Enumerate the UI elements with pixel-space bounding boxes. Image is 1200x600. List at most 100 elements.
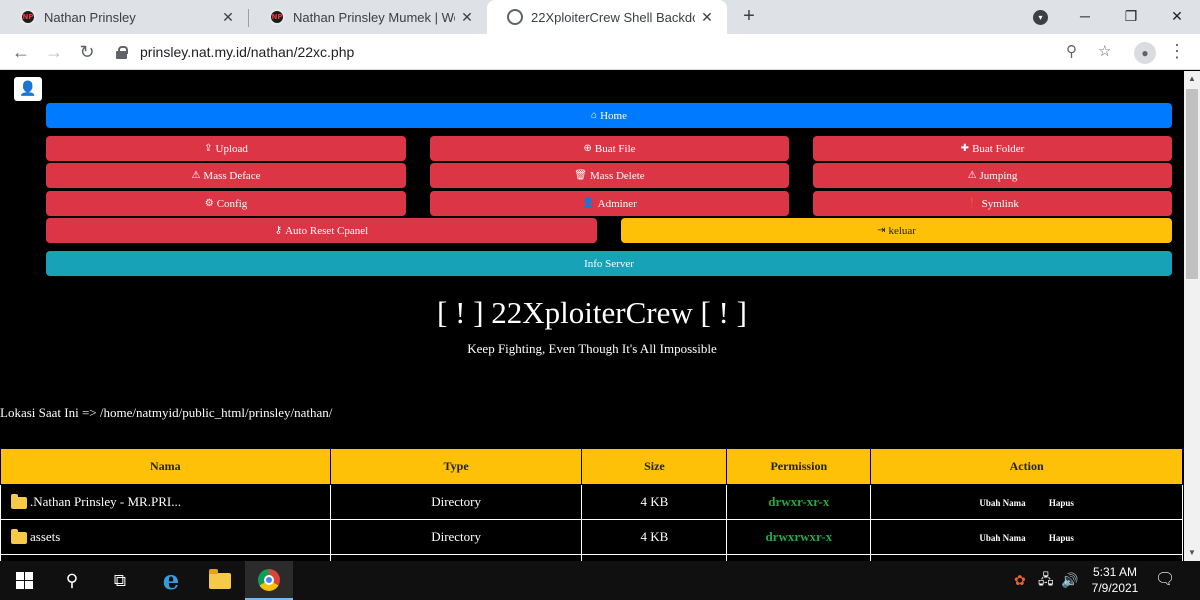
- rename-link[interactable]: Ubah Nama: [979, 533, 1025, 543]
- scrollbar-thumb[interactable]: [1186, 89, 1198, 279]
- menu-kebab-icon[interactable]: ⋮: [1168, 40, 1186, 62]
- bookmark-star-icon[interactable]: ☆: [1098, 42, 1111, 60]
- file-name-link[interactable]: .Nathan Prinsley - MR.PRI...: [30, 494, 181, 509]
- reload-icon[interactable]: ↻: [75, 40, 99, 64]
- rename-link[interactable]: Ubah Nama: [979, 498, 1025, 508]
- chrome-taskbar-icon[interactable]: [245, 561, 293, 600]
- column-header-permission[interactable]: Permission: [726, 448, 872, 485]
- file-name-cell[interactable]: .Nathan Prinsley - MR.PRI...: [0, 484, 331, 520]
- upload-icon: ⇪: [204, 143, 213, 154]
- user-button[interactable]: 👤: [14, 77, 42, 101]
- page-title: [ ! ] 22XploiterCrew [ ! ]: [437, 295, 747, 330]
- address-bar[interactable]: prinsley.nat.my.id/nathan/22xc.php: [110, 38, 1125, 66]
- browser-tab[interactable]: NP Nathan Prinsley Mumek | Website ✕: [249, 0, 487, 34]
- create-file-label: Buat File: [594, 142, 636, 155]
- url-text: prinsley.nat.my.id/nathan/22xc.php: [140, 44, 355, 60]
- current-path: Lokasi Saat Ini => /home/natmyid/public_…: [0, 405, 333, 420]
- system-clock[interactable]: 5:31 AM 7/9/2021: [1082, 564, 1148, 596]
- permission-value: drwxrwxr-x: [765, 529, 833, 544]
- scroll-down-icon[interactable]: ▼: [1184, 545, 1200, 561]
- new-tab-icon[interactable]: +: [737, 4, 761, 28]
- logout-label: keluar: [888, 224, 916, 237]
- file-size-cell: 4 KB: [581, 519, 728, 555]
- symlink-label: Symlink: [981, 197, 1019, 210]
- internet-explorer-icon[interactable]: e: [147, 561, 195, 600]
- create-file-button[interactable]: ⊕ Buat File: [430, 136, 789, 161]
- browser-toolbar: ← → ↻ prinsley.nat.my.id/nathan/22xc.php…: [0, 34, 1200, 70]
- home-button[interactable]: ⌂ Home: [46, 103, 1172, 128]
- browser-tab-bar: NP Nathan Prinsley ✕ NP Nathan Prinsley …: [0, 0, 1200, 34]
- permission-value: drwxr-xr-x: [768, 494, 830, 509]
- zoom-icon[interactable]: ⚲: [1066, 42, 1077, 60]
- create-folder-label: Buat Folder: [972, 142, 1025, 155]
- close-icon[interactable]: ✕: [216, 9, 240, 26]
- mass-deface-button[interactable]: ⚠ Mass Deface: [46, 163, 406, 188]
- browser-tab[interactable]: NP Nathan Prinsley ✕: [0, 0, 248, 34]
- windows-taskbar: ⚲ ⧉ e ✿ 🖧 🔊 5:31 AM 7/9/2021 🗨: [0, 561, 1200, 600]
- column-header-name[interactable]: Nama: [0, 448, 331, 485]
- home-label: Home: [600, 109, 627, 122]
- file-name-cell[interactable]: assets: [0, 519, 331, 555]
- config-label: Config: [216, 197, 248, 210]
- volume-icon[interactable]: 🔊: [1061, 561, 1078, 600]
- column-header-type[interactable]: Type: [329, 448, 583, 485]
- browser-tab-active[interactable]: 22XploiterCrew Shell Backdoor ✕: [487, 0, 727, 34]
- tab-search-icon[interactable]: ▾: [1033, 10, 1048, 25]
- warning-icon: ⚠: [191, 170, 201, 181]
- start-button[interactable]: [0, 561, 48, 600]
- window-close-icon[interactable]: ✕: [1154, 0, 1200, 34]
- file-permission-cell: drwxrwxr-x: [726, 519, 872, 555]
- scroll-up-icon[interactable]: ▲: [1184, 71, 1200, 87]
- column-header-size[interactable]: Size: [581, 448, 728, 485]
- tab-title: Nathan Prinsley: [44, 9, 136, 25]
- key-icon: ⚷: [274, 225, 283, 236]
- config-button[interactable]: ⚙ Config: [46, 191, 406, 216]
- close-icon[interactable]: ✕: [455, 9, 479, 26]
- create-folder-button[interactable]: ✚ Buat Folder: [813, 136, 1172, 161]
- info-server-label: Info Server: [584, 257, 634, 270]
- file-action-cell: Ubah Nama Hapus: [870, 519, 1183, 555]
- adminer-label: Adminer: [597, 197, 637, 210]
- np-logo-icon: NP: [20, 9, 36, 25]
- maximize-icon[interactable]: ❐: [1108, 0, 1154, 34]
- table-header-row: Nama Type Size Permission Action: [0, 448, 1183, 485]
- warning-icon: ⚠: [967, 170, 977, 181]
- tray-app-icon[interactable]: ✿: [1014, 561, 1026, 600]
- page-content: 👤 ⌂ Home ⇪ Upload ⊕ Buat File ✚ Buat Fol…: [0, 71, 1184, 561]
- folder-icon: [11, 494, 27, 510]
- network-icon[interactable]: 🖧: [1038, 561, 1054, 600]
- profile-avatar-icon[interactable]: ●: [1134, 42, 1156, 64]
- file-explorer-icon[interactable]: [196, 561, 244, 600]
- clock-time: 5:31 AM: [1092, 565, 1138, 579]
- file-name-link[interactable]: assets: [30, 529, 60, 544]
- jumping-button[interactable]: ⚠ Jumping: [813, 163, 1172, 188]
- upload-label: Upload: [215, 142, 248, 155]
- symlink-button[interactable]: ❗ Symlink: [813, 191, 1172, 216]
- info-server-button[interactable]: Info Server: [46, 251, 1172, 276]
- lock-icon: [116, 46, 128, 59]
- file-permission-cell: drwxr-xr-x: [726, 484, 872, 520]
- page-scrollbar[interactable]: ▲ ▼: [1184, 71, 1200, 561]
- search-icon[interactable]: ⚲: [48, 561, 96, 600]
- forward-arrow-icon[interactable]: →: [42, 40, 66, 64]
- tab-title: 22XploiterCrew Shell Backdoor: [531, 9, 695, 25]
- mass-delete-button[interactable]: 🗑 Mass Delete: [430, 163, 789, 188]
- tab-title: Nathan Prinsley Mumek | Website: [293, 9, 455, 25]
- logout-button[interactable]: ⇥ keluar: [621, 218, 1172, 243]
- delete-link[interactable]: Hapus: [1049, 498, 1074, 508]
- adminer-button[interactable]: 👤 Adminer: [430, 191, 789, 216]
- task-view-icon[interactable]: ⧉: [96, 561, 144, 600]
- notification-icon[interactable]: 🗨: [1155, 569, 1175, 589]
- minimize-icon[interactable]: ─: [1062, 0, 1108, 34]
- upload-button[interactable]: ⇪ Upload: [46, 136, 406, 161]
- tagline: Keep Fighting, Even Though It's All Impo…: [467, 341, 717, 356]
- back-arrow-icon[interactable]: ←: [9, 40, 33, 64]
- mass-delete-label: Mass Delete: [590, 169, 645, 182]
- delete-link[interactable]: Hapus: [1049, 533, 1074, 543]
- clock-date: 7/9/2021: [1091, 581, 1139, 595]
- auto-reset-cpanel-button[interactable]: ⚷ Auto Reset Cpanel: [46, 218, 597, 243]
- close-icon[interactable]: ✕: [695, 9, 719, 26]
- file-table: Nama Type Size Permission Action .Nathan…: [0, 448, 1183, 561]
- user-icon: 👤: [19, 81, 37, 97]
- table-row: .Nathan Prinsley - MR.PRI... Directory 4…: [0, 484, 1183, 520]
